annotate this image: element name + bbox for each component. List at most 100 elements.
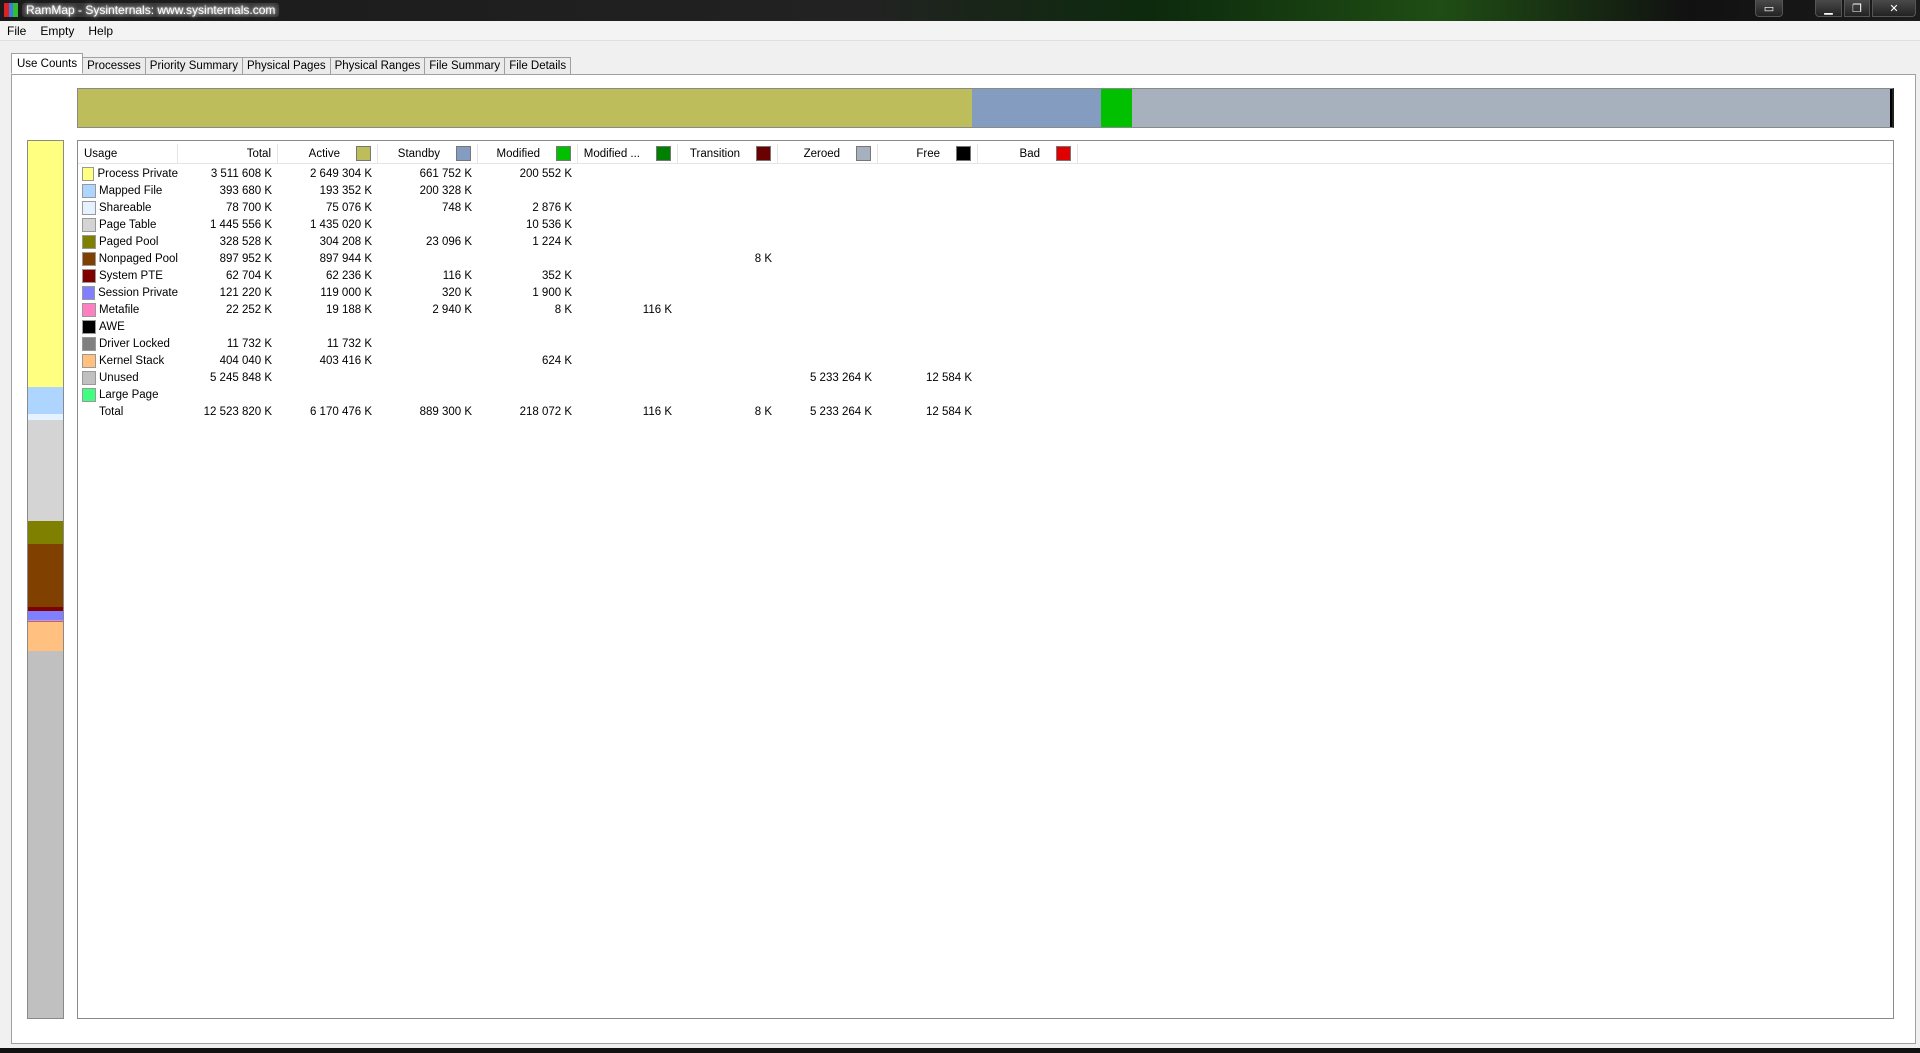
column-header-active[interactable]: Active <box>278 144 378 163</box>
tab-priority-summary[interactable]: Priority Summary <box>144 57 243 74</box>
column-header-free[interactable]: Free <box>878 144 978 163</box>
menu-help[interactable]: Help <box>81 24 120 38</box>
cell-modified: 10 536 K <box>525 218 572 231</box>
tab-file-summary[interactable]: File Summary <box>424 57 506 74</box>
menu-empty[interactable]: Empty <box>33 24 81 38</box>
usage-cell: Unused <box>78 370 178 385</box>
maximize-button[interactable]: ❐ <box>1844 0 1870 17</box>
usage-segment-page-table <box>28 419 63 522</box>
table-row[interactable]: Large Page <box>78 386 1078 403</box>
usage-color-swatch <box>82 353 96 368</box>
cell-modified: 200 552 K <box>519 167 572 180</box>
cell-modified: 8 K <box>554 303 572 316</box>
tab-processes[interactable]: Processes <box>82 57 146 74</box>
usage-color-swatch <box>82 251 96 266</box>
usage-segment-process-private <box>28 141 63 387</box>
menu-file[interactable]: File <box>0 24 33 38</box>
usage-color-swatch <box>82 183 96 198</box>
taskbar-edge <box>0 1048 1920 1053</box>
window-switch-icon[interactable]: ▭ <box>1755 0 1783 17</box>
usage-label: AWE <box>99 320 125 333</box>
legend-swatch <box>356 146 371 161</box>
table-row[interactable]: Shareable 78 700 K 75 076 K 748 K 2 876 K <box>78 199 1078 216</box>
table-row[interactable]: Nonpaged Pool 897 952 K 897 944 K 8 K <box>78 250 1078 267</box>
usage-label: System PTE <box>99 269 163 282</box>
rammap-app-icon[interactable] <box>4 3 19 17</box>
table-row[interactable]: Unused 5 245 848 K 5 233 264 K 12 584 K <box>78 369 1078 386</box>
usage-segment-unused <box>28 650 63 1018</box>
tab-physical-ranges[interactable]: Physical Ranges <box>329 57 426 74</box>
usage-color-swatch <box>82 166 95 181</box>
cell-modified: 624 K <box>541 354 572 367</box>
column-header-transition[interactable]: Transition <box>678 144 778 163</box>
tab-physical-pages[interactable]: Physical Pages <box>241 57 331 74</box>
cell-total: 5 245 848 K <box>209 371 272 384</box>
usage-cell: Driver Locked <box>78 336 178 351</box>
minimize-button[interactable]: ▁ <box>1815 0 1842 17</box>
cell-total: 11 732 K <box>226 337 272 350</box>
table-row[interactable]: Driver Locked 11 732 K 11 732 K <box>78 335 1078 352</box>
usage-color-swatch <box>82 319 96 334</box>
usage-cell: Process Private <box>78 166 178 181</box>
table-row[interactable]: Paged Pool 328 528 K 304 208 K 23 096 K 1 22… <box>78 233 1078 250</box>
cell-total: 12 523 820 K <box>203 405 272 418</box>
legend-swatch <box>656 146 671 161</box>
usage-label: Page Table <box>99 218 157 231</box>
column-header-zeroed[interactable]: Zeroed <box>778 144 878 163</box>
cell-total: 3 511 608 K <box>210 167 272 180</box>
usage-cell: Total <box>78 405 178 419</box>
table-row[interactable]: AWE <box>78 318 1078 335</box>
tab-strip: Use Counts Processes Priority Summary Ph… <box>11 53 572 74</box>
usage-label: Metafile <box>99 303 140 316</box>
cell-total: 897 952 K <box>219 252 272 265</box>
memory-segment-modified <box>1100 89 1133 127</box>
usage-cell: Page Table <box>78 217 178 232</box>
usage-cell: Paged Pool <box>78 234 178 249</box>
usage-label: Unused <box>99 371 139 384</box>
column-header-label: Free <box>916 147 940 160</box>
usage-cell: Large Page <box>78 387 178 402</box>
column-header-standby[interactable]: Standby <box>378 144 478 163</box>
legend-swatch <box>1056 146 1071 161</box>
cell-standby: 320 K <box>441 286 472 299</box>
column-header-usage[interactable]: Usage <box>78 144 178 163</box>
usage-color-swatch <box>82 285 96 300</box>
cell-standby: 116 K <box>442 269 472 282</box>
cell-total: 22 252 K <box>225 303 272 316</box>
legend-swatch <box>756 146 771 161</box>
cell-active: 62 236 K <box>325 269 372 282</box>
cell-total: 328 528 K <box>219 235 272 248</box>
table-row[interactable]: System PTE 62 704 K 62 236 K 116 K 352 K <box>78 267 1078 284</box>
memory-segment-zeroed <box>1132 89 1891 127</box>
usage-cell: Shareable <box>78 200 178 215</box>
table-row[interactable]: Total 12 523 820 K 6 170 476 K 889 300 K 218… <box>78 403 1078 420</box>
cell-active: 304 208 K <box>319 235 372 248</box>
legend-swatch <box>456 146 471 161</box>
column-header-modified[interactable]: Modified <box>478 144 578 163</box>
table-row[interactable]: Kernel Stack 404 040 K 403 416 K 624 K <box>78 352 1078 369</box>
column-header-total[interactable]: Total <box>178 144 278 163</box>
table-row[interactable]: Mapped File 393 680 K 193 352 K 200 328 K <box>78 182 1078 199</box>
memory-segment-active <box>78 89 972 127</box>
tab-file-details[interactable]: File Details <box>504 57 572 74</box>
close-button[interactable]: ✕ <box>1872 0 1916 17</box>
column-header-modified[interactable]: Modified ... <box>578 144 678 163</box>
usage-label: Large Page <box>99 388 159 401</box>
usage-cell: System PTE <box>78 268 178 283</box>
table-row[interactable]: Metafile 22 252 K 19 188 K 2 940 K 8 K 116 K <box>78 301 1078 318</box>
usage-color-swatch <box>82 405 96 419</box>
table-row[interactable]: Session Private 121 220 K 119 000 K 320 K 1 … <box>78 284 1078 301</box>
table-header: Usage Total Active Standby Modified Modified … <box>78 144 1893 164</box>
usage-cell: Nonpaged Pool <box>78 251 178 266</box>
column-header-label: Zeroed <box>803 147 840 160</box>
cell-standby: 200 328 K <box>419 184 472 197</box>
table-row[interactable]: Page Table 1 445 556 K 1 435 020 K 10 536 K <box>78 216 1078 233</box>
column-header-bad[interactable]: Bad <box>978 144 1078 163</box>
usage-cell: Metafile <box>78 302 178 317</box>
cell-standby: 23 096 K <box>425 235 472 248</box>
usage-label: Shareable <box>99 201 152 214</box>
use-counts-table[interactable]: Usage Total Active Standby Modified Modified … <box>77 140 1894 1019</box>
tab-use-counts[interactable]: Use Counts <box>11 53 84 74</box>
cell-total: 62 704 K <box>225 269 272 282</box>
table-row[interactable]: Process Private 3 511 608 K 2 649 304 K 661… <box>78 165 1078 182</box>
